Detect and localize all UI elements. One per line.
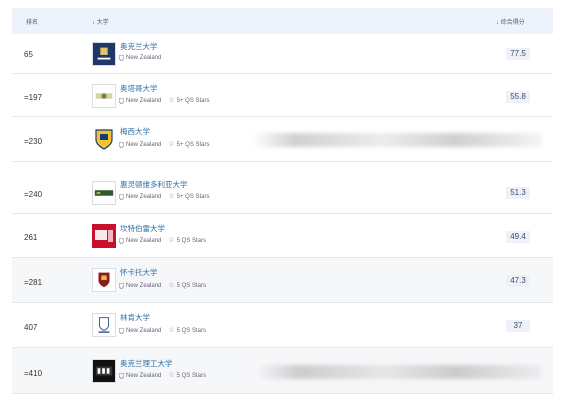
location-pin-icon xyxy=(119,238,124,244)
university-name-link[interactable]: 奥克兰大学 xyxy=(120,41,158,52)
rank-value: 65 xyxy=(24,50,33,59)
star-outline-icon: ☆ xyxy=(168,237,175,244)
star-outline-icon: ☆ xyxy=(168,193,175,200)
location-pin-icon xyxy=(119,283,124,289)
rank-value: =230 xyxy=(24,137,43,146)
table-row[interactable]: =197 奥塔哥大学 New Zealand ☆ 5+ QS Stars 55.… xyxy=(12,74,553,117)
rank-value: =240 xyxy=(24,190,43,199)
university-logo[interactable] xyxy=(92,268,116,292)
qs-stars-text: 5 QS Stars xyxy=(176,283,206,289)
section-divider xyxy=(12,162,553,170)
university-meta: New Zealand ☆ 5 QS Stars xyxy=(119,372,206,379)
university-column-header[interactable]: ↓ 大学 xyxy=(92,17,109,26)
university-meta: New Zealand xyxy=(119,55,161,61)
university-name-link[interactable]: 林肯大学 xyxy=(120,312,150,323)
university-name-link[interactable]: 惠灵顿维多利亚大学 xyxy=(120,179,188,190)
rank-column-header[interactable]: 排名 xyxy=(26,17,38,26)
rank-value: 407 xyxy=(24,323,38,332)
rank-value: 261 xyxy=(24,233,38,242)
university-logo[interactable] xyxy=(92,359,116,383)
star-outline-icon: ☆ xyxy=(168,327,175,334)
qs-stars-text: 5+ QS Stars xyxy=(176,142,210,148)
location-text: New Zealand xyxy=(126,283,162,289)
location-pin-icon xyxy=(119,142,124,148)
university-name-link[interactable]: 梅西大学 xyxy=(120,126,150,137)
table-row[interactable]: =281 怀卡托大学 New Zealand ☆ 5 QS Stars 47.3 xyxy=(12,258,553,303)
score-badge: 49.4 xyxy=(506,231,530,243)
qs-stars-text: 5 QS Stars xyxy=(176,328,206,334)
star-outline-icon: ☆ xyxy=(168,372,175,379)
star-outline-icon: ☆ xyxy=(168,97,175,104)
university-name-link[interactable]: 奥塔哥大学 xyxy=(120,83,158,94)
location-text: New Zealand xyxy=(126,98,162,104)
star-outline-icon: ☆ xyxy=(168,141,175,148)
university-meta: New Zealand ☆ 5 QS Stars xyxy=(119,237,206,244)
location-text: New Zealand xyxy=(126,142,162,148)
location-text: New Zealand xyxy=(126,328,162,334)
rank-value: =410 xyxy=(24,369,43,378)
university-logo[interactable] xyxy=(92,42,116,66)
location-text: New Zealand xyxy=(126,194,162,200)
location-pin-icon xyxy=(119,373,124,379)
university-logo[interactable] xyxy=(92,224,116,248)
score-badge: 37 xyxy=(506,320,530,332)
qs-stars-text: 5+ QS Stars xyxy=(176,194,210,200)
score-badge: 55.8 xyxy=(506,91,530,103)
university-name-link[interactable]: 怀卡托大学 xyxy=(120,267,158,278)
qs-stars-text: 5 QS Stars xyxy=(176,373,206,379)
score-badge: 77.5 xyxy=(506,48,530,60)
university-meta: New Zealand ☆ 5+ QS Stars xyxy=(119,97,210,104)
university-meta: New Zealand ☆ 5 QS Stars xyxy=(119,282,206,289)
table-header: 排名 ↓ 大学 ↓ 综合得分 xyxy=(12,8,553,34)
rank-value: =281 xyxy=(24,278,43,287)
university-logo[interactable] xyxy=(92,181,116,205)
table-row[interactable]: =230 梅西大学 New Zealand ☆ 5+ QS Stars xyxy=(12,117,553,162)
table-row[interactable]: 261 坎特伯雷大学 New Zealand ☆ 5 QS Stars 49.4 xyxy=(12,214,553,258)
qs-stars-text: 5+ QS Stars xyxy=(176,98,210,104)
rank-value: =197 xyxy=(24,93,43,102)
score-column-header[interactable]: ↓ 综合得分 xyxy=(496,17,525,26)
blurred-overlay xyxy=(252,133,542,147)
location-text: New Zealand xyxy=(126,373,162,379)
qs-stars-text: 5 QS Stars xyxy=(176,238,206,244)
table-row[interactable]: 65 奥克兰大学 New Zealand 77.5 xyxy=(12,34,553,74)
rankings-table: 排名 ↓ 大学 ↓ 综合得分 65 奥克兰大学 New Zealand 77.5… xyxy=(12,8,553,394)
university-meta: New Zealand ☆ 5+ QS Stars xyxy=(119,193,210,200)
location-text: New Zealand xyxy=(126,55,162,61)
table-row[interactable]: =410 奥克兰理工大学 New Zealand ☆ 5 QS Stars xyxy=(12,348,553,394)
location-pin-icon xyxy=(119,55,124,61)
star-outline-icon: ☆ xyxy=(168,282,175,289)
university-name-link[interactable]: 奥克兰理工大学 xyxy=(120,358,173,369)
score-badge: 51.3 xyxy=(506,187,530,199)
university-meta: New Zealand ☆ 5+ QS Stars xyxy=(119,141,210,148)
table-row[interactable]: 407 林肯大学 New Zealand ☆ 5 QS Stars 37 xyxy=(12,303,553,348)
university-name-link[interactable]: 坎特伯雷大学 xyxy=(120,223,165,234)
location-pin-icon xyxy=(119,328,124,334)
university-logo[interactable] xyxy=(92,313,116,337)
location-pin-icon xyxy=(119,194,124,200)
table-row[interactable]: =240 惠灵顿维多利亚大学 New Zealand ☆ 5+ QS Stars… xyxy=(12,170,553,214)
location-pin-icon xyxy=(119,98,124,104)
university-logo[interactable] xyxy=(92,127,116,151)
university-meta: New Zealand ☆ 5 QS Stars xyxy=(119,327,206,334)
university-logo[interactable] xyxy=(92,84,116,108)
location-text: New Zealand xyxy=(126,238,162,244)
score-badge: 47.3 xyxy=(506,275,530,287)
blurred-overlay xyxy=(256,365,542,379)
